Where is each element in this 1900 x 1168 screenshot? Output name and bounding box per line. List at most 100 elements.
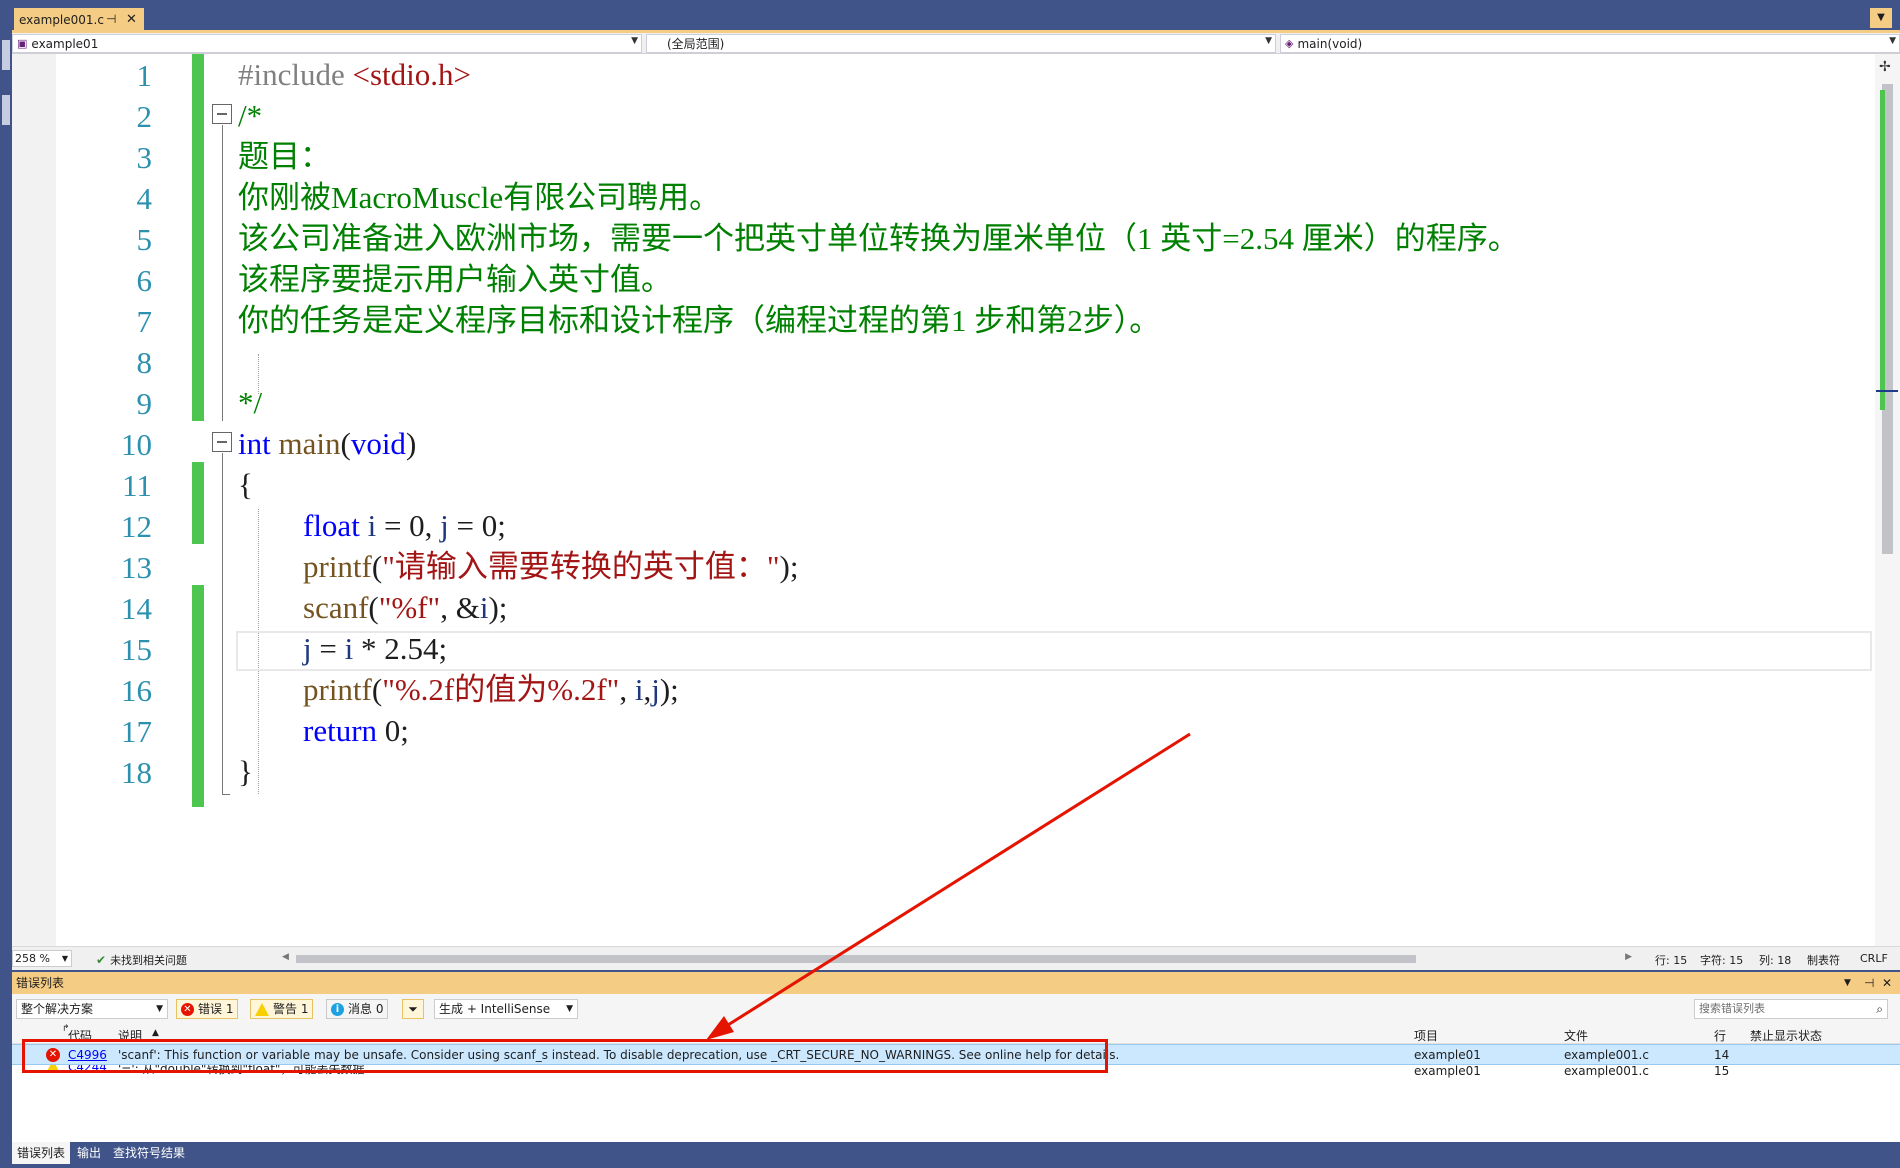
filter-button[interactable]: ⏷ (402, 999, 424, 1019)
dock-tab-solution-explorer[interactable] (2, 40, 10, 70)
chevron-down-icon: ▼ (61, 954, 68, 963)
scope-dropdown[interactable]: (全局范围) ▼ (646, 34, 1276, 53)
variable: j (440, 508, 449, 543)
string-literal: "请输入需要转换的英寸值：" (382, 549, 780, 584)
keyword: return (303, 713, 378, 748)
char-indicator[interactable]: 字符: 15 (1700, 952, 1743, 968)
table-row[interactable]: ✕ C4996 'scanf': This function or variab… (12, 1044, 1900, 1065)
scroll-right-icon[interactable]: ▶ (1625, 952, 1632, 962)
code-text: = 0; (448, 508, 506, 543)
project-icon: ▣ (17, 37, 28, 50)
close-icon[interactable]: ✕ (126, 12, 137, 27)
errors-filter-button[interactable]: ✕ 错误 1 (176, 999, 239, 1019)
chevron-down-icon[interactable]: ▼ (1870, 8, 1892, 28)
warning-file: example001.c (1564, 1065, 1649, 1078)
project-dropdown[interactable]: ▣ example01 ▼ (12, 34, 642, 53)
scope-filter-dropdown[interactable]: 整个解决方案 ▼ (16, 999, 168, 1019)
dock-tab-toolbox[interactable] (2, 95, 10, 125)
tab-error-list[interactable]: 错误列表 (12, 1142, 71, 1164)
method-icon: ◈ (1285, 37, 1294, 50)
error-code-link[interactable]: C4996 (68, 1048, 107, 1062)
editor-vertical-scrollbar[interactable]: ✢ (1875, 54, 1900, 946)
tab-find-symbol-results[interactable]: 查找符号结果 (108, 1142, 190, 1164)
tab-output[interactable]: 输出 (72, 1142, 106, 1164)
code-line-17: return 0; (303, 710, 409, 751)
keyword: void (350, 426, 406, 461)
scope-name: (全局范围) (667, 37, 725, 51)
scroll-left-icon[interactable]: ◀ (282, 952, 289, 962)
code-line-11: { (238, 467, 253, 502)
indicator-margin (12, 54, 56, 946)
error-icon: ✕ (181, 1002, 194, 1016)
chevron-down-icon: ▼ (1265, 36, 1272, 46)
line-number: 18 (121, 755, 152, 790)
punctuation: ( (340, 426, 351, 461)
zoom-level: 258 % (15, 952, 50, 965)
code-line-7: 你的任务是定义程序目标和设计程序（编程过程的第1 步和第2步）。 (238, 303, 1161, 338)
code-line-5: 该公司准备进入欧洲市场，需要一个把英寸单位转换为厘米单位（1 英寸=2.54 厘… (238, 221, 1519, 256)
code-line-13: printf("请输入需要转换的英寸值："); (303, 546, 798, 587)
table-row[interactable]: C4244 '=': 从"double"转换到"float"，可能丢失数据 ex… (12, 1065, 1900, 1081)
split-window-icon[interactable]: ✢ (1879, 59, 1891, 75)
sort-ascending-icon: ▲ (152, 1028, 159, 1038)
scroll-thumb[interactable] (296, 955, 1416, 963)
change-marker (192, 54, 204, 421)
scope-filter-value: 整个解决方案 (21, 1002, 94, 1016)
document-tab-example001[interactable]: example001.c ⊣ ✕ (14, 8, 144, 32)
column-header-description[interactable]: 说明 (118, 1027, 142, 1044)
change-overview-marker (1880, 90, 1885, 410)
close-icon[interactable]: ✕ (1882, 972, 1892, 994)
column-header-line[interactable]: 行 (1714, 1027, 1726, 1044)
line-number: 12 (121, 509, 152, 544)
eol-indicator[interactable]: CRLF (1860, 952, 1888, 965)
punctuation: ) (405, 426, 417, 461)
code-text: 0; (377, 713, 409, 748)
line-number: 7 (136, 304, 153, 339)
column-header-suppression[interactable]: 禁止显示状态 (1750, 1027, 1822, 1044)
search-icon[interactable]: ⌕ (1876, 1000, 1883, 1018)
code-text: = 0, (376, 508, 441, 543)
chevron-down-icon: ▼ (156, 1004, 163, 1014)
warning-description: '=': 从"double"转换到"float"，可能丢失数据 (118, 1065, 365, 1076)
errors-count-label: 错误 1 (198, 1002, 234, 1016)
column-header-code[interactable]: 代码 (68, 1027, 92, 1044)
collapse-comment-toggle[interactable] (212, 104, 232, 124)
editor-horizontal-scrollbar[interactable]: ◀ ▶ (282, 951, 1632, 967)
pin-icon[interactable]: ⊣ (1864, 972, 1874, 994)
string-literal: "%f" (378, 590, 441, 625)
punctuation: ( (368, 590, 379, 625)
variable: j (303, 631, 312, 666)
error-line: 14 (1714, 1048, 1730, 1062)
column-header-file[interactable]: 文件 (1564, 1027, 1588, 1044)
build-filter-dropdown[interactable]: 生成 + IntelliSense ▼ (434, 999, 578, 1019)
variable: i (344, 631, 354, 666)
zoom-dropdown[interactable]: 258 % ▼ (12, 950, 72, 967)
chevron-down-icon[interactable]: ▼ (1844, 972, 1851, 994)
code-editor[interactable]: 1 2 3 4 5 6 7 8 9 10 11 12 13 14 15 16 1… (12, 54, 1875, 946)
line-indicator[interactable]: 行: 15 (1655, 952, 1687, 968)
issues-indicator[interactable]: ✔ 未找到相关问题 (96, 952, 187, 968)
collapse-main-toggle[interactable] (212, 432, 232, 452)
code-line-14: scanf("%f", &i); (303, 587, 507, 628)
variable: j (651, 672, 660, 707)
column-header-project[interactable]: 项目 (1414, 1027, 1438, 1044)
document-tab-bar: example001.c ⊣ ✕ ▼ (12, 0, 1900, 32)
function-dropdown[interactable]: ◈ main(void) ▼ (1280, 34, 1900, 53)
error-search-input[interactable]: 搜索错误列表 ⌕ (1694, 999, 1888, 1019)
code-text: , & (440, 590, 480, 625)
tool-window-tabs: 错误列表 输出 查找符号结果 (12, 1142, 1900, 1168)
current-line-highlight (236, 631, 1872, 671)
line-number: 5 (136, 222, 153, 257)
messages-filter-button[interactable]: i 消息 0 (326, 999, 389, 1019)
warning-code-link[interactable]: C4244 (68, 1065, 107, 1074)
tabs-indicator[interactable]: 制表符 (1807, 952, 1840, 968)
column-indicator[interactable]: 列: 18 (1759, 952, 1791, 968)
info-icon: i (331, 1002, 344, 1016)
pin-icon[interactable]: ⊣ (106, 12, 116, 26)
warnings-filter-button[interactable]: 警告 1 (250, 999, 314, 1019)
code-line-1: #include <stdio.h> (238, 54, 471, 95)
code-line-6: 该程序要提示用户输入英寸值。 (238, 262, 672, 297)
code-line-3: 题目： (238, 139, 331, 174)
editor-status-bar: 258 % ▼ ✔ 未找到相关问题 ◀ ▶ 行: 15 字符: 15 列: 18 制… (12, 946, 1900, 970)
code-line-16: printf("%.2f的值为%.2f", i,j); (303, 669, 679, 710)
